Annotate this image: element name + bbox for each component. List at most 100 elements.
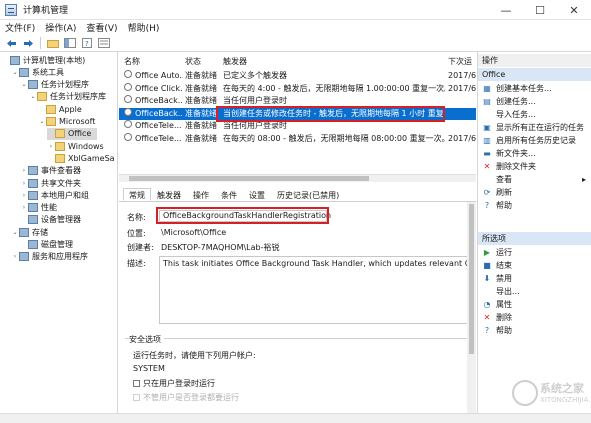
task-row[interactable]: Office Auto... 准备就绪 已定义多个触发器 2017/6 (119, 70, 476, 82)
tab-triggers[interactable]: 触发器 (151, 188, 187, 201)
create-basic-task-icon: ▦ (483, 84, 491, 93)
run-regardless-option[interactable]: 不管用户是否登录都要运行 (133, 392, 239, 403)
tab-settings[interactable]: 设置 (243, 188, 271, 201)
tree-expander-icon[interactable]: › (20, 192, 28, 199)
tree-expander-icon[interactable]: › (47, 143, 55, 150)
show-tree-icon[interactable] (63, 37, 77, 50)
tree-node[interactable]: ⌄ 系统工具 (11, 66, 64, 78)
menu-view[interactable]: 查看(V) (81, 21, 122, 34)
tree-node[interactable]: Apple (38, 103, 82, 115)
task-cell-name: OfficeBack... (135, 108, 183, 118)
blank-icon (482, 287, 492, 296)
action-item[interactable]: ✕ 删除 (478, 311, 591, 324)
action-item[interactable]: ⟳ 刷新 (478, 186, 591, 199)
tree-expander-icon[interactable]: ⌄ (29, 93, 37, 100)
menu-file[interactable]: 文件(F) (0, 21, 40, 34)
action-item[interactable]: ▦ 创建基本任务... (478, 82, 591, 95)
action-label: 导出... (496, 287, 520, 296)
tree-node-label: Microsoft (59, 117, 96, 126)
task-row[interactable]: Office Click... 准备就绪 在每天的 4:00 - 触发后，无限期地每… (119, 82, 476, 95)
horizontal-scrollbar[interactable] (119, 174, 476, 182)
tree-node-label: 本地用户和组 (41, 190, 89, 200)
tree-expander-icon[interactable]: ⌄ (38, 118, 46, 125)
actions-section-selected[interactable]: 所选项 (478, 232, 591, 245)
action-item[interactable]: ⬇ 禁用 (478, 272, 591, 285)
tree-node[interactable]: ⌄ 存储 (11, 226, 48, 238)
action-item[interactable]: ✕ 删除文件夹 (478, 160, 591, 173)
tree-node[interactable]: 设备管理器 (20, 214, 81, 226)
task-cell-trigger: 在每天的 08:00 - 触发后，无限期地每隔 08:00:00 重复一次。 (223, 133, 445, 143)
tree-node[interactable]: › 性能 (20, 202, 57, 214)
action-item[interactable]: ■ 结束 (478, 259, 591, 272)
back-arrow-icon[interactable] (4, 37, 18, 50)
action-item[interactable]: ? 帮助 (478, 199, 591, 212)
column-header-name[interactable]: 名称 (124, 54, 140, 68)
properties-panel-icon[interactable] (97, 37, 111, 50)
tree-node[interactable]: 磁盘管理 (20, 239, 73, 251)
tree-node[interactable]: ⌄ 任务计划程序 (20, 79, 89, 91)
column-header-status[interactable]: 状态 (185, 54, 201, 68)
tree-node-label: Apple (59, 104, 82, 114)
action-item[interactable]: ◔ 属性 (478, 298, 591, 311)
tree-node-label: 系统工具 (32, 67, 64, 77)
action-label: 帮助 (496, 201, 512, 210)
task-clock-icon (124, 107, 132, 116)
action-item[interactable]: 查看 ▸ (478, 173, 591, 186)
actions-section-office[interactable]: Office (478, 68, 591, 81)
tree-expander-icon[interactable]: › (20, 167, 28, 174)
detail-scroll-thumb[interactable] (469, 204, 474, 354)
tree-node[interactable]: XblGameSa (47, 152, 115, 164)
status-bar (0, 413, 591, 423)
action-item[interactable]: 导入任务... (478, 108, 591, 121)
tree-expander-icon[interactable]: › (20, 180, 28, 187)
scrollbar-thumb[interactable] (129, 176, 369, 181)
menu-action[interactable]: 操作(A) (40, 21, 81, 34)
tree-node[interactable]: Office (47, 127, 98, 140)
tree-node[interactable]: › 共享文件夹 (20, 177, 81, 189)
tree-node[interactable]: 计算机管理(本地) (2, 54, 85, 66)
radio-regardless[interactable] (133, 394, 140, 401)
maximize-button[interactable]: ☐ (523, 0, 557, 20)
action-item[interactable]: ▥ 启用所有任务历史记录 (478, 134, 591, 147)
forward-arrow-icon[interactable] (21, 37, 35, 50)
action-item[interactable]: 导出... (478, 285, 591, 298)
detail-vertical-scrollbar[interactable] (467, 202, 476, 413)
tree-node[interactable]: ⌄ Microsoft (38, 116, 95, 128)
action-item[interactable]: ▶ 运行 (478, 246, 591, 259)
tree-node[interactable]: › 事件查看器 (20, 165, 81, 177)
action-item[interactable]: ? 帮助 (478, 324, 591, 337)
help-book-icon[interactable]: ? (80, 37, 94, 50)
column-header-trigger[interactable]: 触发器 (223, 54, 247, 68)
column-header-next-run[interactable]: 下次运 (448, 54, 472, 68)
action-item[interactable]: ▤ 创建任务... (478, 95, 591, 108)
tree-expander-icon[interactable]: ⌄ (20, 81, 28, 88)
action-item[interactable]: ▣ 显示所有正在运行的任务 (478, 121, 591, 134)
tree-node[interactable]: › 本地用户和组 (20, 189, 89, 201)
tab-general[interactable]: 常规 (123, 188, 151, 201)
action-label: 显示所有正在运行的任务 (496, 123, 584, 132)
tab-conditions[interactable]: 条件 (215, 188, 243, 201)
radio-logged-on[interactable] (133, 380, 140, 387)
tab-actions[interactable]: 操作 (187, 188, 215, 201)
tree-node[interactable]: ⌄ 任务计划程序库 (29, 91, 106, 103)
action-item[interactable]: ▬ 新文件夹... (478, 147, 591, 160)
tab-history[interactable]: 历史记录(已禁用) (271, 188, 345, 201)
description-field[interactable]: This task initiates Office Background Ta… (159, 256, 476, 324)
tree-expander-icon[interactable]: ⌄ (11, 69, 19, 76)
node-icon (28, 190, 38, 200)
tree-expander-icon[interactable]: ⌄ (11, 229, 19, 236)
task-cell-status: 准备就绪 (185, 83, 217, 93)
tree-node-label: 事件查看器 (41, 166, 81, 176)
running-tasks-icon: ▣ (483, 123, 491, 132)
tree-node[interactable]: › 服务和应用程序 (11, 251, 88, 263)
tree-expander-icon[interactable]: › (11, 253, 19, 260)
tree-node-label: 任务计划程序 (41, 80, 89, 90)
tree-node[interactable]: › Windows (47, 140, 104, 152)
task-row[interactable]: OfficeTele... 准备就绪 在每天的 08:00 - 触发后，无限期地每隔… (119, 132, 476, 145)
tree-expander-icon[interactable]: › (20, 204, 28, 211)
minimize-button[interactable]: — (489, 0, 523, 20)
close-button[interactable]: ✕ (557, 0, 591, 20)
run-logged-on-option[interactable]: 只在用户登录时运行 (133, 378, 215, 389)
menu-help[interactable]: 帮助(H) (123, 21, 165, 34)
up-folder-icon[interactable] (46, 37, 60, 50)
